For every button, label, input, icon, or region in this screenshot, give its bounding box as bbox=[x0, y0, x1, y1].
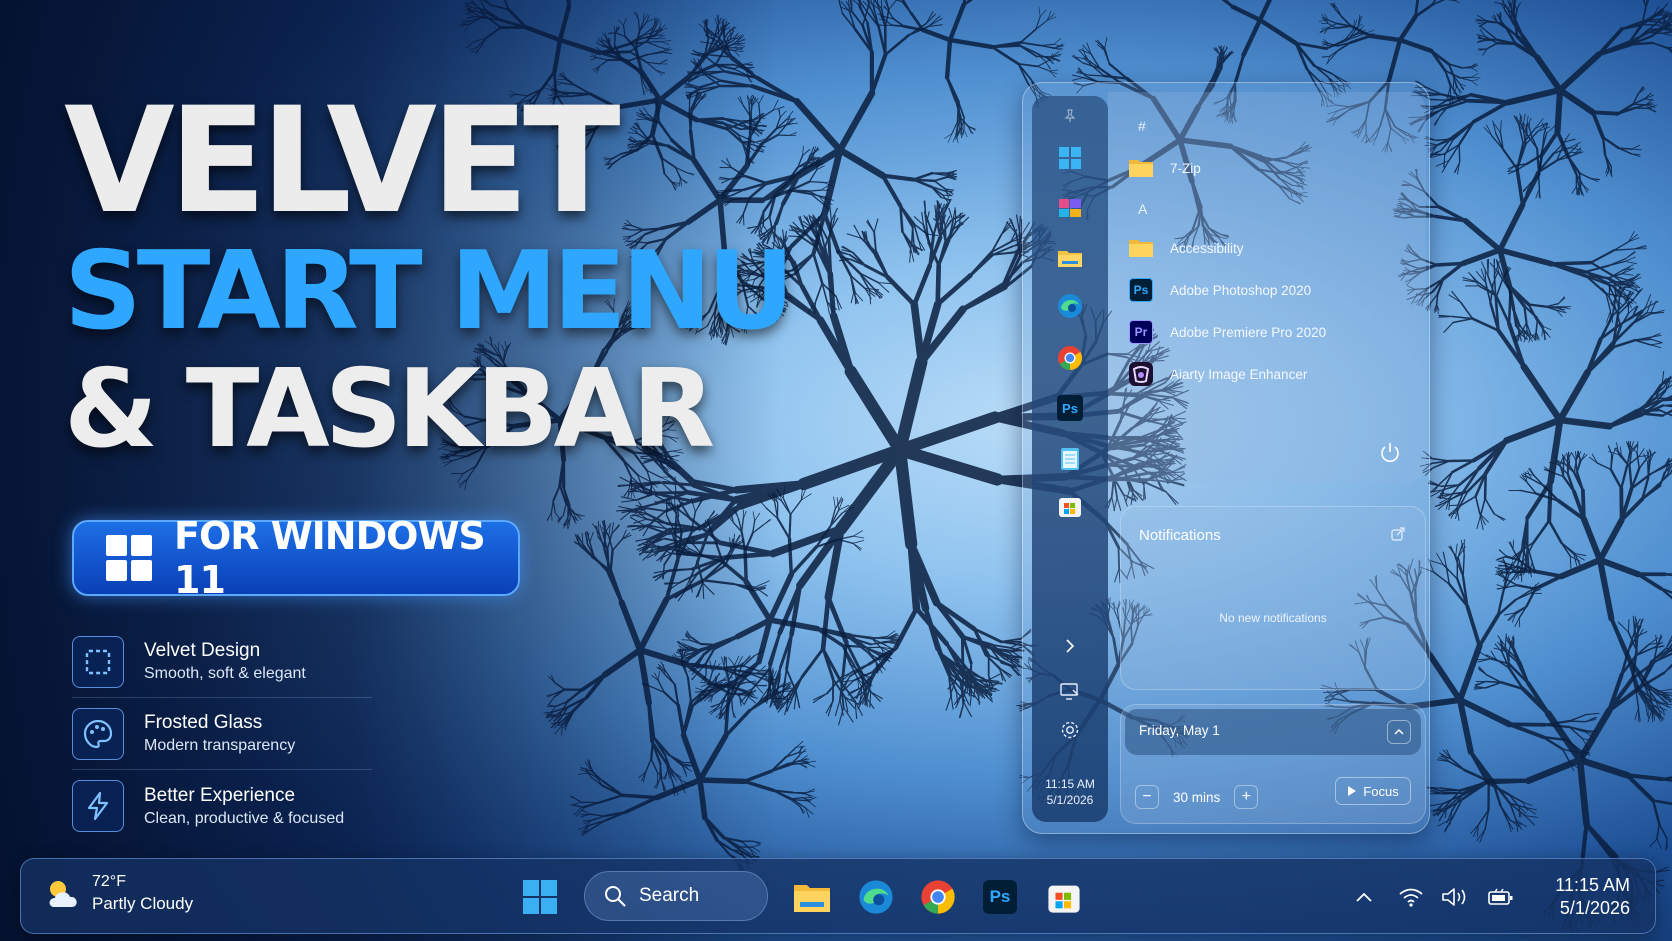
rail-clock: 11:15 AM 5/1/2026 bbox=[1032, 776, 1108, 808]
chevron-up-icon[interactable] bbox=[1350, 883, 1378, 911]
app-name: Adobe Premiere Pro 2020 bbox=[1170, 324, 1327, 340]
photoshop-label: Ps bbox=[983, 880, 1017, 914]
premiere-icon: Pr bbox=[1129, 320, 1153, 344]
search-icon bbox=[605, 886, 626, 907]
hero-title-start-menu: START MENU bbox=[64, 229, 795, 354]
windows-icon[interactable] bbox=[1052, 140, 1088, 176]
app-item-premiere[interactable]: Pr Adobe Premiere Pro 2020 bbox=[1128, 316, 1326, 348]
app-name: 7-Zip bbox=[1170, 160, 1201, 176]
play-icon bbox=[1348, 786, 1357, 796]
store-icon[interactable] bbox=[1052, 488, 1088, 524]
app-item-photoshop[interactable]: Ps Adobe Photoshop 2020 bbox=[1128, 274, 1311, 306]
calendar-date: Friday, May 1 bbox=[1139, 723, 1220, 738]
feature-title: Better Experience bbox=[144, 784, 296, 806]
notifications-empty: No new notifications bbox=[1219, 611, 1327, 625]
windows-11-badge: FOR WINDOWS 11 bbox=[72, 514, 520, 602]
feature-item: Better Experience Clean, productive & fo… bbox=[72, 770, 372, 842]
chevron-right-icon[interactable] bbox=[1052, 628, 1088, 664]
timer-value: 30 mins bbox=[1173, 789, 1221, 805]
feature-item: Frosted Glass Modern transparency bbox=[72, 698, 372, 770]
search-label: Search bbox=[639, 885, 700, 906]
feature-title: Velvet Design bbox=[144, 640, 261, 661]
timer-increase-button[interactable]: + bbox=[1234, 785, 1259, 809]
app-item-7zip[interactable]: 7-Zip bbox=[1128, 152, 1201, 184]
clock-time: 11:15 AM bbox=[1555, 875, 1630, 895]
taskbar-search[interactable]: Search bbox=[584, 871, 768, 921]
weather-temp: 72°F bbox=[92, 873, 126, 890]
app-item-aiarty[interactable]: Aiarty Image Enhancer bbox=[1128, 358, 1307, 390]
chrome-icon[interactable] bbox=[918, 877, 958, 917]
feature-title: Frosted Glass bbox=[144, 712, 263, 733]
notification-settings-icon[interactable] bbox=[1389, 525, 1407, 543]
section-letter[interactable]: # bbox=[1138, 118, 1146, 134]
palette-icon bbox=[72, 707, 124, 760]
folder-icon bbox=[1129, 240, 1153, 257]
app-name: Aiarty Image Enhancer bbox=[1170, 366, 1308, 382]
volume-icon[interactable] bbox=[1440, 883, 1470, 911]
file-explorer-icon[interactable] bbox=[1052, 240, 1088, 276]
photoshop-icon: Ps bbox=[1129, 278, 1153, 302]
calendar-header[interactable]: Friday, May 1 bbox=[1125, 709, 1421, 755]
windows-logo-icon bbox=[106, 535, 152, 581]
pin-icon[interactable] bbox=[1052, 98, 1088, 134]
badge-label: FOR WINDOWS 11 bbox=[174, 514, 486, 602]
chevron-up-icon[interactable] bbox=[1387, 720, 1411, 744]
calendar-panel: Friday, May 1 − 30 mins + Focus bbox=[1120, 704, 1426, 824]
folder-icon bbox=[1129, 160, 1153, 177]
battery-icon[interactable] bbox=[1486, 883, 1516, 911]
rail-date: 5/1/2026 bbox=[1046, 793, 1094, 807]
section-letter[interactable]: A bbox=[1138, 201, 1147, 217]
notifications-panel: Notifications No new notifications bbox=[1120, 506, 1426, 690]
photoshop-label: Ps bbox=[1057, 395, 1083, 421]
start-button[interactable] bbox=[520, 877, 560, 917]
photoshop-icon[interactable]: Ps bbox=[1052, 390, 1088, 426]
hero-title-velvet: VELVET bbox=[64, 76, 621, 246]
feature-subtitle: Smooth, soft & elegant bbox=[144, 665, 306, 682]
file-explorer-icon[interactable] bbox=[792, 877, 832, 917]
photoshop-icon[interactable]: Ps bbox=[980, 877, 1020, 917]
dashed-square-icon bbox=[72, 635, 124, 688]
partly-cloudy-icon bbox=[49, 880, 77, 907]
weather-condition: Partly Cloudy bbox=[92, 894, 194, 913]
hero-title-taskbar: & TASKBAR bbox=[64, 347, 715, 472]
notepad-icon[interactable] bbox=[1052, 440, 1088, 476]
store-icon[interactable] bbox=[1044, 877, 1084, 917]
feature-item: Velvet Design Smooth, soft & elegant bbox=[72, 626, 372, 698]
timer-decrease-button[interactable]: − bbox=[1135, 785, 1159, 809]
aiarty-icon bbox=[1129, 362, 1153, 386]
notifications-title: Notifications bbox=[1139, 527, 1221, 544]
device-icon[interactable] bbox=[1052, 674, 1088, 710]
focus-button[interactable]: Focus bbox=[1335, 777, 1411, 805]
taskbar-clock[interactable]: 11:15 AM 5/1/2026 bbox=[1540, 874, 1630, 920]
clock-date: 5/1/2026 bbox=[1559, 898, 1630, 918]
feature-subtitle: Clean, productive & focused bbox=[144, 809, 345, 827]
edge-icon[interactable] bbox=[1052, 288, 1088, 324]
lightning-icon bbox=[72, 780, 124, 832]
color-app-icon[interactable] bbox=[1052, 190, 1088, 226]
weather-widget[interactable]: 72°F Partly Cloudy bbox=[44, 873, 193, 914]
edge-icon[interactable] bbox=[856, 877, 896, 917]
wifi-icon[interactable] bbox=[1396, 883, 1426, 911]
rail-time: 11:15 AM bbox=[1045, 777, 1095, 791]
focus-timer: − 30 mins + bbox=[1135, 785, 1259, 809]
power-icon[interactable] bbox=[1378, 440, 1402, 464]
app-name: Accessibility bbox=[1170, 240, 1244, 256]
chrome-icon[interactable] bbox=[1052, 340, 1088, 376]
app-item-accessibility[interactable]: Accessibility bbox=[1128, 232, 1244, 264]
feature-list: Velvet Design Smooth, soft & elegant Fro… bbox=[72, 626, 372, 842]
app-name: Adobe Photoshop 2020 bbox=[1170, 282, 1312, 298]
focus-label: Focus bbox=[1363, 783, 1399, 799]
feature-subtitle: Modern transparency bbox=[144, 737, 296, 754]
settings-gear-icon[interactable] bbox=[1052, 712, 1088, 748]
